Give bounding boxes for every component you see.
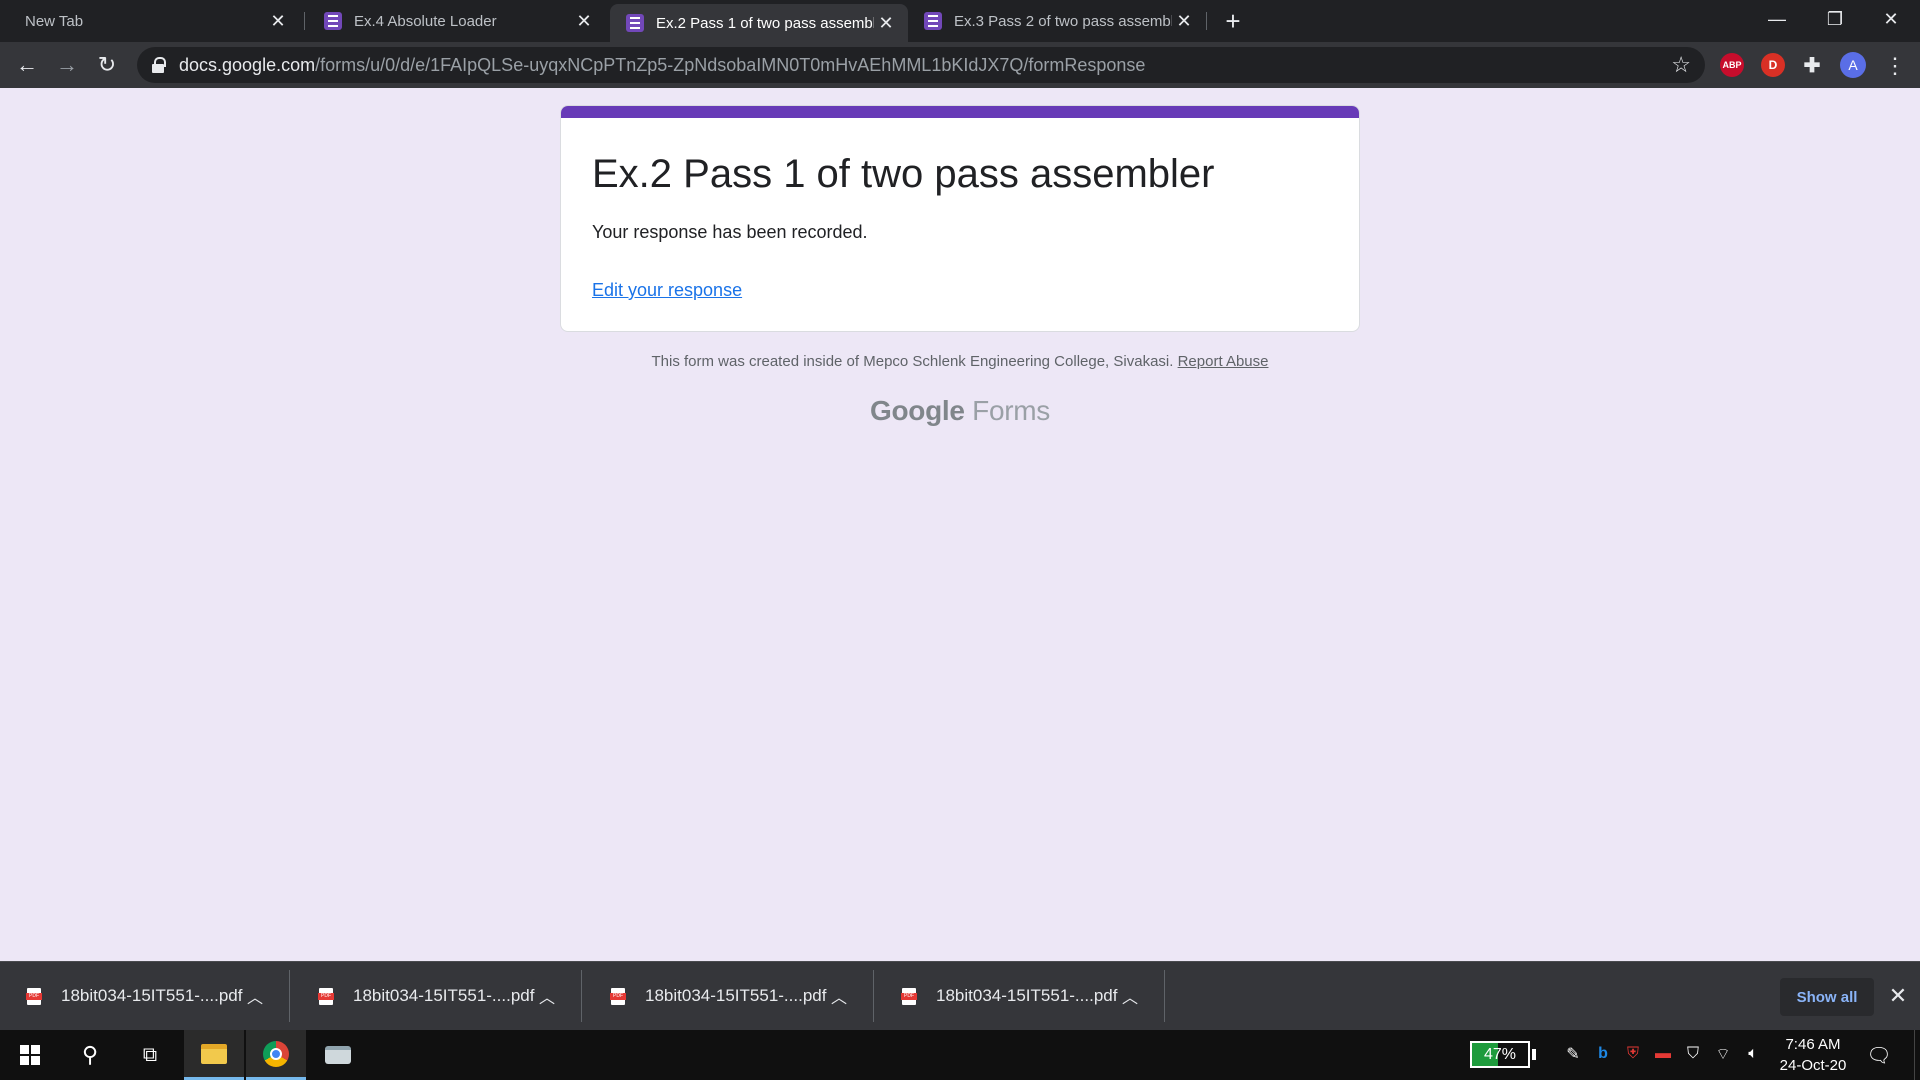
tab-absolute-loader[interactable]: Ex.4 Absolute Loader ✕ xyxy=(308,0,606,42)
form-confirmation-card: Ex.2 Pass 1 of two pass assembler Your r… xyxy=(560,105,1360,332)
logo-forms-text: Forms xyxy=(972,395,1050,426)
bookmark-star-icon[interactable]: ☆ xyxy=(1671,52,1691,78)
taskbar-chrome[interactable] xyxy=(246,1030,306,1080)
tab-pass1-assembler[interactable]: Ex.2 Pass 1 of two pass assembler ✕ xyxy=(610,4,908,42)
lock-icon[interactable] xyxy=(151,57,166,73)
clock-time: 7:46 AM xyxy=(1785,1036,1841,1053)
restore-button[interactable]: ❐ xyxy=(1806,0,1864,38)
battery-indicator[interactable]: 47% xyxy=(1470,1041,1530,1068)
close-icon[interactable]: ✕ xyxy=(1884,982,1912,1010)
taskbar-printer-app[interactable] xyxy=(308,1030,368,1080)
pdf-icon xyxy=(318,987,334,1005)
close-icon[interactable]: ✕ xyxy=(1172,9,1196,33)
pdf-icon xyxy=(26,987,42,1005)
download-item[interactable]: 18bit034-15IT551-....pdf ︿ xyxy=(292,970,582,1022)
tab-title: New Tab xyxy=(25,12,84,30)
battery-percent: 47% xyxy=(1483,1045,1517,1063)
chrome-icon xyxy=(263,1040,289,1067)
windows-taskbar: ⚲ ⧉ 47% ✎ b ⛨ ▬ ⛉ ⌔ 🔈︎ 7:46 AM 24-Oct-20… xyxy=(0,1030,1920,1080)
tab-title: Ex.2 Pass 1 of two pass assembler xyxy=(656,14,874,32)
form-title: Ex.2 Pass 1 of two pass assembler xyxy=(592,152,1215,196)
start-button[interactable] xyxy=(0,1030,60,1080)
logo-google-text: Google xyxy=(870,395,965,426)
show-desktop-button[interactable] xyxy=(1914,1030,1920,1080)
chevron-up-icon[interactable]: ︿ xyxy=(1122,984,1138,1008)
edit-response-link[interactable]: Edit your response xyxy=(592,280,742,301)
tab-title: Ex.4 Absolute Loader xyxy=(354,12,497,30)
report-abuse-link[interactable]: Report Abuse xyxy=(1178,353,1269,370)
footer-text: This form was created inside of Mepco Sc… xyxy=(651,353,1174,370)
printer-icon xyxy=(325,1046,351,1064)
task-view-icon: ⧉ xyxy=(142,1043,158,1066)
antivirus-tray-icon[interactable]: ⛨ xyxy=(1622,1043,1644,1065)
system-clock[interactable]: 7:46 AM 24-Oct-20 xyxy=(1768,1034,1858,1076)
app-tray-icon[interactable]: ▬ xyxy=(1652,1043,1674,1065)
browser-toolbar: ← → ↻ docs.google.com/forms/u/0/d/e/1FAI… xyxy=(0,42,1920,88)
address-bar[interactable]: docs.google.com/forms/u/0/d/e/1FAIpQLSe-… xyxy=(137,47,1705,83)
volume-icon[interactable]: 🔈︎ xyxy=(1742,1043,1764,1065)
close-icon[interactable]: ✕ xyxy=(266,9,290,33)
search-icon: ⚲ xyxy=(81,1042,99,1067)
notification-icon[interactable]: 🗨︎ xyxy=(1866,1042,1892,1068)
google-forms-icon xyxy=(626,14,644,32)
task-view-button[interactable]: ⧉ xyxy=(120,1030,180,1080)
new-tab-button[interactable]: + xyxy=(1218,6,1248,36)
minimize-button[interactable]: — xyxy=(1748,0,1806,38)
windows-logo-icon xyxy=(20,1045,40,1065)
file-explorer-icon xyxy=(201,1043,227,1064)
show-all-downloads-button[interactable]: Show all xyxy=(1780,978,1874,1016)
security-shield-icon[interactable]: ⛉ xyxy=(1682,1043,1704,1065)
close-icon[interactable]: ✕ xyxy=(572,9,596,33)
d-extension-icon[interactable]: D xyxy=(1761,53,1785,77)
confirmation-message: Your response has been recorded. xyxy=(592,222,868,242)
tab-title: Ex.3 Pass 2 of two pass assembler xyxy=(954,12,1172,30)
tab-strip: New Tab ✕ Ex.4 Absolute Loader ✕ Ex.2 Pa… xyxy=(0,0,1920,42)
download-item[interactable]: 18bit034-15IT551-....pdf ︿ xyxy=(0,970,290,1022)
taskbar-file-explorer[interactable] xyxy=(184,1030,244,1080)
google-forms-logo[interactable]: Google Forms xyxy=(0,395,1920,427)
tab-separator xyxy=(304,12,305,30)
battery-nub xyxy=(1532,1049,1536,1060)
download-filename: 18bit034-15IT551-....pdf xyxy=(353,986,535,1005)
google-forms-icon xyxy=(324,12,342,30)
download-filename: 18bit034-15IT551-....pdf xyxy=(61,986,243,1005)
download-item[interactable]: 18bit034-15IT551-....pdf ︿ xyxy=(584,970,874,1022)
tab-pass2-assembler[interactable]: Ex.3 Pass 2 of two pass assembler ✕ xyxy=(908,0,1206,42)
chevron-up-icon[interactable]: ︿ xyxy=(831,984,847,1008)
tab-new-tab[interactable]: New Tab ✕ xyxy=(0,0,300,42)
card-accent-bar xyxy=(561,106,1359,118)
profile-avatar[interactable]: A xyxy=(1840,52,1866,78)
url-text[interactable]: docs.google.com/forms/u/0/d/e/1FAIpQLSe-… xyxy=(179,55,1145,76)
chevron-up-icon[interactable]: ︿ xyxy=(539,984,555,1008)
forward-button[interactable]: → xyxy=(52,50,82,80)
close-icon[interactable]: ✕ xyxy=(874,11,898,35)
reload-button[interactable]: ↻ xyxy=(92,50,122,80)
google-forms-icon xyxy=(924,12,942,30)
page-content: Ex.2 Pass 1 of two pass assembler Your r… xyxy=(0,88,1920,961)
pdf-icon xyxy=(610,987,626,1005)
clock-date: 24-Oct-20 xyxy=(1779,1057,1847,1074)
download-item[interactable]: 18bit034-15IT551-....pdf ︿ xyxy=(875,970,1165,1022)
chevron-up-icon[interactable]: ︿ xyxy=(247,984,263,1008)
back-button[interactable]: ← xyxy=(12,50,42,80)
download-filename: 18bit034-15IT551-....pdf xyxy=(645,986,827,1005)
pen-tray-icon[interactable]: ✎ xyxy=(1562,1043,1584,1065)
bing-tray-icon[interactable]: b xyxy=(1592,1043,1614,1065)
more-menu-icon[interactable]: ⋮ xyxy=(1880,51,1910,81)
download-shelf: 18bit034-15IT551-....pdf ︿ 18bit034-15IT… xyxy=(0,961,1920,1030)
adblock-extension-icon[interactable]: ABP xyxy=(1720,53,1744,77)
search-button[interactable]: ⚲ xyxy=(60,1030,120,1080)
close-window-button[interactable]: ✕ xyxy=(1862,0,1920,38)
form-footer: This form was created inside of Mepco Sc… xyxy=(0,353,1920,370)
pdf-icon xyxy=(901,987,917,1005)
download-filename: 18bit034-15IT551-....pdf xyxy=(936,986,1118,1005)
url-path: /forms/u/0/d/e/1FAIpQLSe-uyqxNCpPTnZp5-Z… xyxy=(315,54,1146,75)
url-domain: docs.google.com xyxy=(179,54,316,75)
wifi-icon[interactable]: ⌔ xyxy=(1712,1043,1734,1065)
extensions-puzzle-icon[interactable]: ✚ xyxy=(1800,53,1824,77)
tab-separator xyxy=(1206,12,1207,30)
